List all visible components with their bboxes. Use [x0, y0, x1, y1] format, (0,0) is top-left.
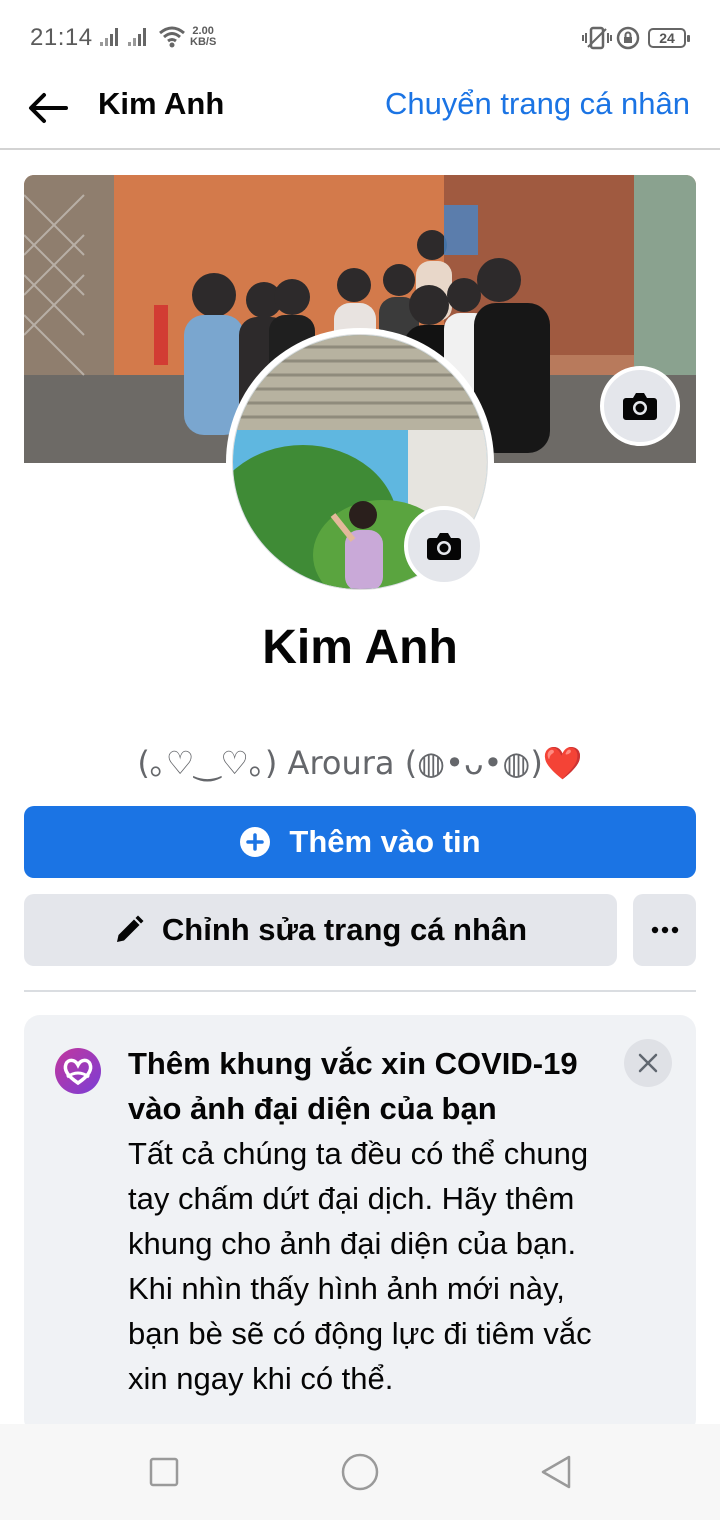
header-title: Kim Anh — [98, 86, 225, 121]
close-icon — [638, 1053, 658, 1073]
camera-icon — [427, 533, 461, 560]
edit-profile-picture-button[interactable] — [404, 506, 484, 586]
divider — [24, 990, 696, 992]
heart-emoji: ❤️ — [542, 744, 583, 782]
battery-level: 24 — [659, 30, 675, 46]
card-title: Thêm khung vắc xin COVID-19 vào ảnh đại … — [128, 1046, 578, 1126]
switch-profile-link[interactable]: Chuyển trang cá nhân — [385, 86, 690, 122]
heart-frame-icon — [55, 1048, 101, 1094]
bio-text: (｡♡‿♡｡) Aroura (◍•ᴗ•◍) — [137, 744, 543, 782]
arrow-left-icon — [29, 93, 68, 123]
close-card-button[interactable] — [624, 1039, 672, 1087]
edit-profile-button[interactable]: Chỉnh sửa trang cá nhân — [24, 894, 617, 966]
back-icon — [541, 1455, 571, 1489]
edit-cover-photo-button[interactable] — [600, 366, 680, 446]
status-time: 21:14 — [30, 24, 93, 51]
profile-bio: (｡♡‿♡｡) Aroura (◍•ᴗ•◍)❤️ — [0, 738, 720, 784]
net-speed-unit: KB/S — [190, 36, 217, 48]
pencil-icon — [116, 915, 144, 942]
covid-frame-card: Thêm khung vắc xin COVID-19 vào ảnh đại … — [24, 1015, 696, 1435]
recents-button[interactable] — [144, 1452, 184, 1492]
net-speed: 2.00 KB/S — [190, 26, 216, 48]
signal-icon — [128, 28, 146, 46]
top-app-bar: Kim Anh Chuyển trang cá nhân — [0, 72, 720, 150]
status-bar: 21:14 2.00 KB/S 24 — [0, 0, 720, 72]
add-to-story-label: Thêm vào tin — [289, 824, 481, 859]
more-options-button[interactable] — [633, 894, 696, 966]
plus-circle-icon — [240, 827, 271, 857]
recents-icon — [149, 1457, 179, 1487]
wifi-icon — [159, 26, 185, 48]
home-icon — [341, 1453, 379, 1491]
vibrate-icon — [582, 26, 612, 50]
nav-back-button[interactable] — [536, 1452, 576, 1492]
battery-icon: 24 — [648, 28, 690, 48]
home-button[interactable] — [340, 1452, 380, 1492]
rotation-lock-icon — [616, 26, 640, 50]
add-to-story-button[interactable]: Thêm vào tin — [24, 806, 696, 878]
camera-icon — [623, 393, 657, 420]
signal-icon — [100, 28, 118, 46]
edit-profile-label: Chỉnh sửa trang cá nhân — [161, 912, 528, 947]
back-button[interactable] — [24, 84, 72, 132]
profile-name: Kim Anh — [262, 621, 458, 674]
system-nav-bar — [0, 1424, 720, 1520]
card-body: Tất cả chúng ta đều có thể chung tay chấ… — [128, 1136, 592, 1396]
more-icon — [651, 926, 678, 934]
